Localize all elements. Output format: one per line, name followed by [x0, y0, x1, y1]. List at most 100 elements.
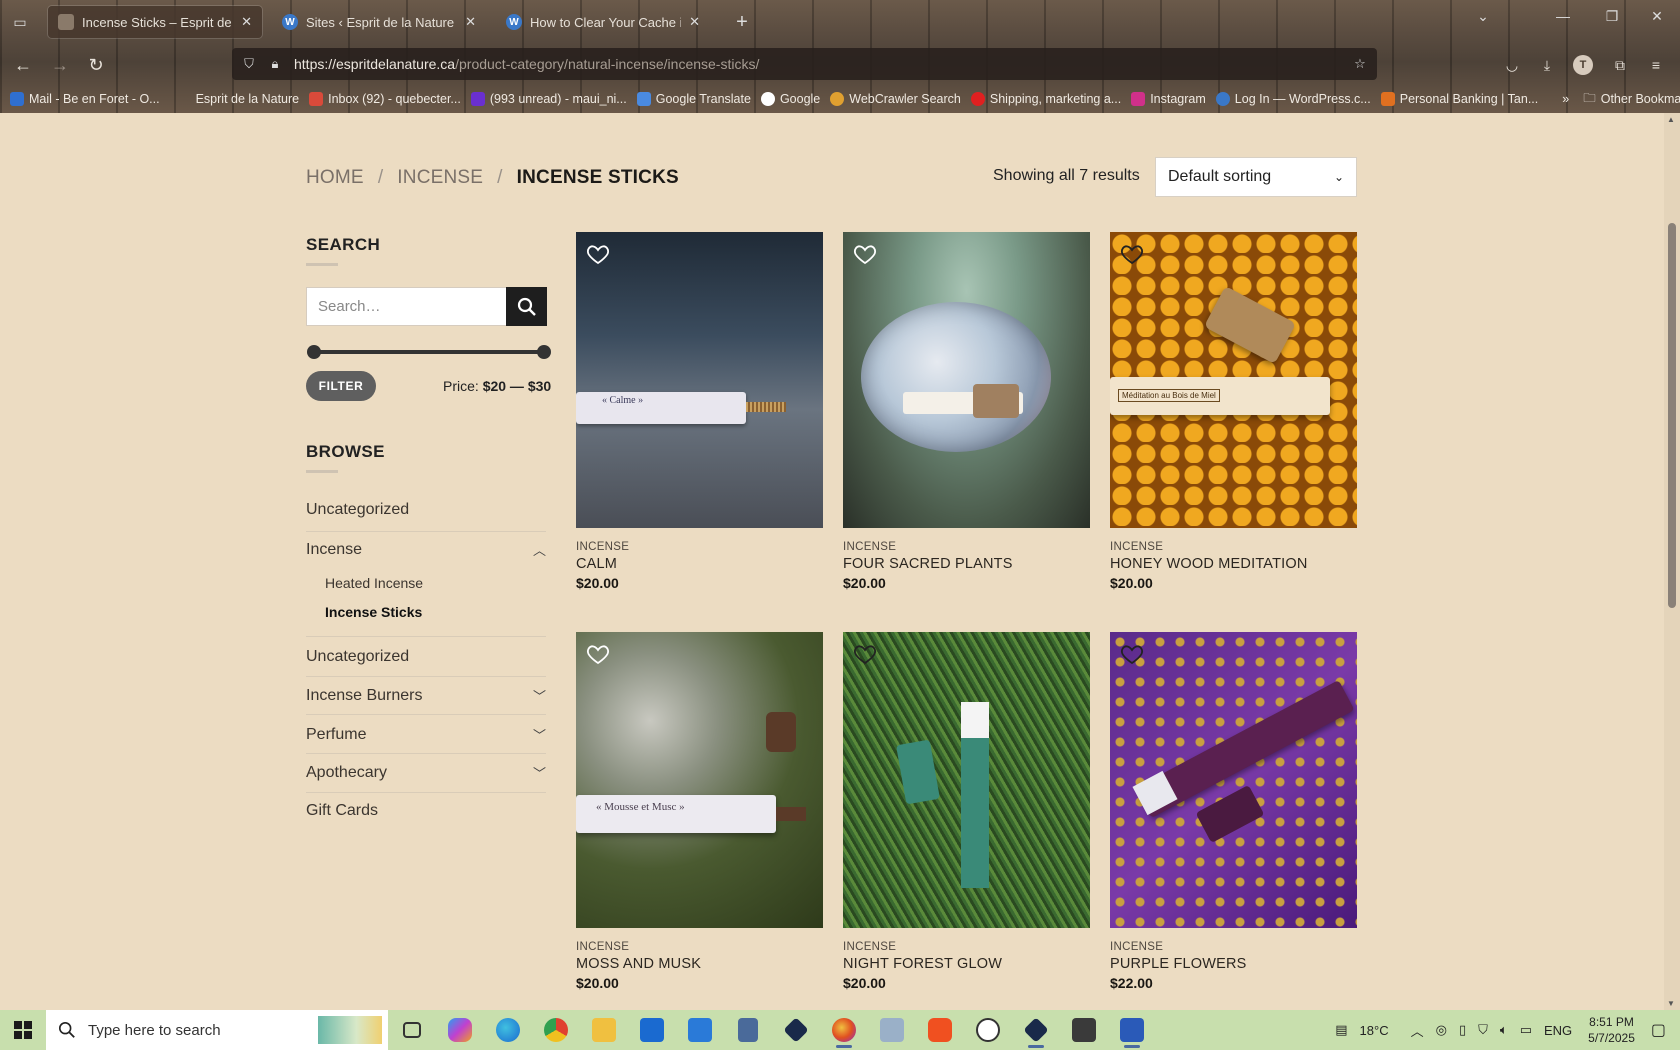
start-button[interactable]	[0, 1010, 46, 1050]
bookmark-item[interactable]: (993 unread) - maui_ni...	[470, 92, 627, 106]
filter-button[interactable]: FILTER	[306, 371, 376, 401]
app-icon[interactable]	[772, 1010, 820, 1050]
close-tab-icon[interactable]: ✕	[241, 14, 252, 30]
word-icon[interactable]	[1108, 1010, 1156, 1050]
close-window-icon[interactable]: ✕	[1642, 8, 1672, 25]
bookmark-item[interactable]: Mail - Be en Foret - O...	[10, 92, 160, 106]
bookmark-star-icon[interactable]: ☆	[1351, 56, 1369, 72]
meet-icon[interactable]: ◎	[1436, 1022, 1447, 1038]
scroll-up-icon[interactable]: ▲	[1667, 115, 1675, 124]
product-card[interactable]: « Mousse et Musc » INCENSE MOSS AND MUSK…	[576, 632, 823, 991]
product-image[interactable]	[843, 632, 1090, 928]
wishlist-heart-icon[interactable]	[1120, 642, 1144, 666]
product-category[interactable]: INCENSE	[576, 541, 823, 553]
sort-select[interactable]: Default sorting ⌄	[1155, 157, 1357, 197]
firefox-icon[interactable]	[820, 1010, 868, 1050]
bookmark-item[interactable]: Instagram	[1131, 92, 1206, 106]
page-scrollbar[interactable]: ▲ ▼	[1664, 113, 1680, 1010]
product-category[interactable]: INCENSE	[576, 941, 823, 953]
app-icon[interactable]	[1012, 1010, 1060, 1050]
tab-clear-cache[interactable]: W How to Clear Your Cache in Wo ✕	[496, 6, 710, 38]
bookmark-item[interactable]: Personal Banking | Tan...	[1380, 92, 1538, 106]
task-view-icon[interactable]	[388, 1010, 436, 1050]
menu-icon[interactable]: ≡	[1645, 54, 1667, 76]
back-icon[interactable]: ←	[10, 52, 36, 78]
product-image[interactable]	[1110, 632, 1357, 928]
tab-incense-sticks[interactable]: Incense Sticks – Esprit de la Nat ✕	[48, 6, 262, 38]
product-category[interactable]: INCENSE	[843, 941, 1090, 953]
subcategory-incense-sticks[interactable]: Incense Sticks	[325, 604, 422, 620]
product-image[interactable]: Méditation au Bois de Miel	[1110, 232, 1357, 528]
product-category[interactable]: INCENSE	[1110, 541, 1357, 553]
file-explorer-icon[interactable]	[580, 1010, 628, 1050]
breadcrumb-home[interactable]: HOME	[306, 167, 364, 189]
language-indicator[interactable]: ENG	[1544, 1023, 1572, 1038]
product-image[interactable]	[843, 232, 1090, 528]
close-tab-icon[interactable]: ✕	[689, 14, 700, 30]
network-icon[interactable]: ▭	[1520, 1022, 1532, 1038]
wishlist-heart-icon[interactable]	[586, 642, 610, 666]
extensions-icon[interactable]: ⧉	[1609, 54, 1631, 76]
brave-icon[interactable]	[916, 1010, 964, 1050]
product-category[interactable]: INCENSE	[1110, 941, 1357, 953]
security-icon[interactable]: ⛉	[1478, 1022, 1488, 1038]
category-perfume[interactable]: Perfume ﹀	[306, 725, 546, 744]
tab-overflow-chevron-icon[interactable]: ⌄	[1468, 8, 1498, 25]
bookmarks-overflow-icon[interactable]: »	[1562, 92, 1569, 106]
reload-icon[interactable]: ↻	[83, 52, 109, 78]
product-card[interactable]: INCENSE FOUR SACRED PLANTS $20.00	[843, 232, 1090, 591]
product-card[interactable]: INCENSE PURPLE FLOWERS $22.00	[1110, 632, 1357, 991]
restore-icon[interactable]: ❐	[1597, 8, 1627, 25]
category-apothecary[interactable]: Apothecary ﹀	[306, 763, 546, 782]
product-name[interactable]: NIGHT FOREST GLOW	[843, 956, 1090, 972]
bookmark-item[interactable]: Esprit de la Nature	[196, 92, 300, 106]
wishlist-heart-icon[interactable]	[1120, 242, 1144, 266]
category-incense[interactable]: Incense ︿	[306, 540, 546, 559]
wishlist-heart-icon[interactable]	[853, 242, 877, 266]
notifications-icon[interactable]: ▢	[1651, 1020, 1666, 1040]
outlook-icon[interactable]	[628, 1010, 676, 1050]
search-button[interactable]	[506, 287, 547, 326]
category-gift-cards[interactable]: Gift Cards	[306, 802, 546, 820]
store-icon[interactable]	[676, 1010, 724, 1050]
weather-temp[interactable]: 18°C	[1360, 1023, 1389, 1038]
product-name[interactable]: PURPLE FLOWERS	[1110, 956, 1357, 972]
bookmark-item[interactable]: Google Translate	[636, 92, 751, 106]
other-bookmarks[interactable]: 🗀︎Other Bookmarks	[1583, 89, 1680, 110]
clock[interactable]: 8:51 PM 5/7/2025	[1588, 1014, 1635, 1046]
profile-avatar[interactable]: T	[1573, 55, 1593, 75]
product-card[interactable]: INCENSE NIGHT FOREST GLOW $20.00	[843, 632, 1090, 991]
tab-sites[interactable]: W Sites ‹ Esprit de la Nature — Wo ✕	[272, 6, 486, 38]
calculator-icon[interactable]	[724, 1010, 772, 1050]
minimize-icon[interactable]: —	[1548, 8, 1578, 24]
bookmark-item[interactable]: WebCrawler Search	[830, 92, 961, 106]
chevron-up-icon[interactable]: ︿	[1411, 1021, 1424, 1040]
product-name[interactable]: MOSS AND MUSK	[576, 956, 823, 972]
close-tab-icon[interactable]: ✕	[465, 14, 476, 30]
lock-icon[interactable]: 🔒︎	[266, 56, 284, 72]
product-name[interactable]: HONEY WOOD MEDITATION	[1110, 556, 1357, 572]
category-incense-burners[interactable]: Incense Burners ﹀	[306, 686, 546, 705]
product-name[interactable]: FOUR SACRED PLANTS	[843, 556, 1090, 572]
breadcrumb-incense[interactable]: INCENSE	[397, 167, 483, 189]
subcategory-heated-incense[interactable]: Heated Incense	[325, 575, 423, 591]
price-slider-min-handle[interactable]	[307, 345, 321, 359]
new-tab-icon[interactable]: +	[730, 10, 754, 34]
taskbar-search[interactable]: Type here to search	[46, 1010, 388, 1050]
pocket-icon[interactable]: ◡	[1501, 54, 1523, 76]
product-name[interactable]: CALM	[576, 556, 823, 572]
scroll-down-icon[interactable]: ▼	[1667, 999, 1675, 1008]
chevron-down-icon[interactable]: ﹀	[533, 686, 546, 705]
shield-icon[interactable]: ⛉	[240, 56, 258, 72]
product-card[interactable]: « Calme » INCENSE CALM $20.00	[576, 232, 823, 591]
forward-icon[interactable]: →	[47, 52, 73, 78]
product-category[interactable]: INCENSE	[843, 541, 1090, 553]
bookmark-item[interactable]: Google	[760, 92, 820, 106]
scrollbar-thumb[interactable]	[1668, 223, 1676, 608]
volume-icon[interactable]: 🔈︎	[1500, 1022, 1508, 1038]
weather-icon[interactable]: ▤	[1335, 1022, 1347, 1038]
download-icon[interactable]: ⤓	[1536, 54, 1558, 76]
chevron-down-icon[interactable]: ﹀	[533, 725, 546, 744]
wishlist-heart-icon[interactable]	[853, 642, 877, 666]
chrome-icon[interactable]	[532, 1010, 580, 1050]
